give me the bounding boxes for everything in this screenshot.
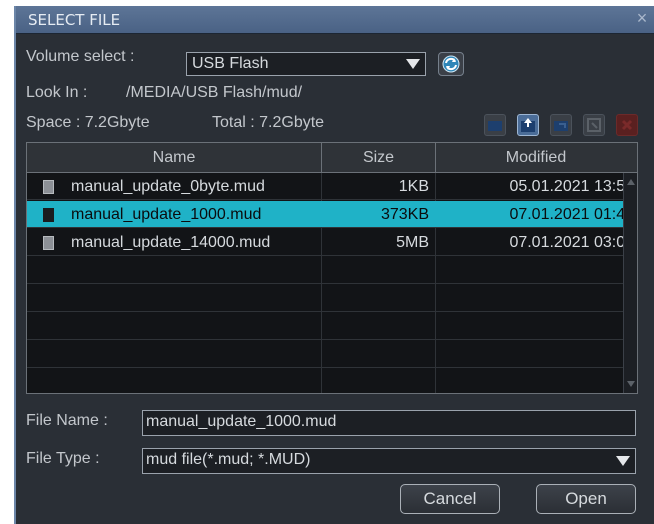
new-folder-icon	[521, 118, 535, 132]
properties-button[interactable]	[583, 114, 605, 136]
refresh-button[interactable]	[438, 52, 464, 76]
file-name-cell: manual_update_0byte.mud	[71, 178, 265, 195]
vertical-scrollbar[interactable]	[623, 173, 637, 393]
file-modified-cell: 05.01.2021 13:55	[509, 178, 634, 195]
empty-row	[27, 341, 637, 368]
scroll-up-icon[interactable]	[627, 179, 635, 185]
folder-up-button[interactable]	[484, 114, 506, 136]
export-icon	[554, 121, 568, 131]
chevron-down-icon	[616, 456, 630, 466]
cancel-button[interactable]: Cancel	[400, 484, 500, 514]
file-table: Name Size Modified manual_update_0byte.m…	[26, 142, 638, 394]
column-header-modified[interactable]: Modified	[436, 143, 636, 172]
file-name-value: manual_update_1000.mud	[146, 413, 337, 430]
delete-button[interactable]	[616, 114, 638, 136]
open-button[interactable]: Open	[536, 484, 636, 514]
empty-row	[27, 285, 637, 312]
volume-select-value: USB Flash	[192, 55, 269, 72]
file-size-cell: 5MB	[396, 234, 429, 251]
file-size-cell: 373KB	[380, 206, 429, 223]
column-header-name[interactable]: Name	[27, 143, 322, 172]
file-name-cell: manual_update_14000.mud	[71, 234, 271, 251]
empty-row	[27, 369, 637, 396]
title-bar[interactable]: SELECT FILE ×	[16, 6, 654, 34]
file-name-input[interactable]: manual_update_1000.mud	[142, 410, 636, 436]
file-type-value: mud file(*.mud; *.MUD)	[146, 451, 311, 468]
table-row-selected[interactable]: manual_update_1000.mud 373KB 07.01.2021 …	[27, 201, 637, 228]
table-header: Name Size Modified	[27, 143, 637, 173]
select-file-dialog: SELECT FILE × Volume select : USB Flash …	[14, 6, 654, 524]
look-in-label: Look In :	[26, 84, 88, 101]
scroll-down-icon[interactable]	[627, 381, 635, 387]
file-name-label: File Name :	[26, 412, 108, 429]
file-modified-cell: 07.01.2021 01:43	[509, 206, 634, 223]
file-type-label: File Type :	[26, 450, 100, 467]
file-size-cell: 1KB	[398, 178, 429, 195]
total-text: Total : 7.2Gbyte	[212, 114, 325, 131]
file-type-select[interactable]: mud file(*.mud; *.MUD)	[142, 448, 636, 474]
file-modified-cell: 07.01.2021 03:02	[509, 234, 634, 251]
column-header-size[interactable]: Size	[322, 143, 436, 172]
volume-select-label: Volume select :	[26, 48, 135, 65]
export-button[interactable]	[550, 114, 572, 136]
look-in-path: /MEDIA/USB Flash/mud/	[126, 84, 303, 101]
empty-row	[27, 313, 637, 340]
empty-row	[27, 257, 637, 284]
properties-icon	[587, 118, 601, 132]
refresh-icon	[442, 55, 460, 73]
file-name-cell: manual_update_1000.mud	[71, 206, 262, 223]
space-text: Space : 7.2Gbyte	[26, 114, 150, 131]
table-row[interactable]: manual_update_0byte.mud 1KB 05.01.2021 1…	[27, 173, 637, 200]
chevron-down-icon	[406, 59, 420, 69]
new-folder-button[interactable]	[517, 114, 539, 136]
close-icon[interactable]: ×	[632, 8, 652, 28]
table-row[interactable]: manual_update_14000.mud 5MB 07.01.2021 0…	[27, 229, 637, 256]
folder-up-icon	[488, 121, 502, 131]
dialog-title: SELECT FILE	[28, 11, 121, 29]
volume-select[interactable]: USB Flash	[186, 52, 426, 76]
delete-icon	[621, 119, 633, 131]
